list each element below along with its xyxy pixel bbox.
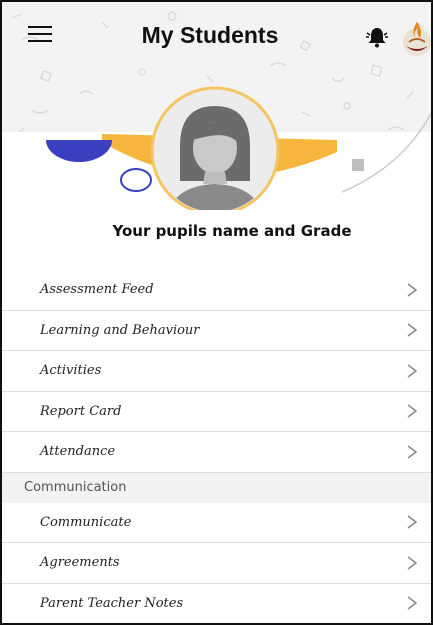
hamburger-menu-icon[interactable] [28,26,58,48]
grey-square-shape [352,159,364,171]
chevron-right-icon [407,283,418,297]
female-avatar-icon[interactable] [150,86,280,216]
menu-item-label: Activities [40,363,102,379]
top-app-bar: My Students [2,2,433,66]
chevron-right-icon [407,404,418,418]
menu-item-assessment-feed[interactable]: Assessment Feed [2,270,431,311]
pupil-name-grade-label: Your pupils name and Grade [112,222,352,240]
chevron-right-icon [407,445,418,459]
section-header-communication: Communication [2,472,431,503]
menu-item-attendance[interactable]: Attendance [2,432,431,473]
pupil-name-card: Your pupils name and Grade [96,210,368,252]
profile-header: My Students Your pupils name and Grade [2,2,433,270]
app-screen: My Students Your pupils name and Grade A… [0,0,433,625]
menu-item-communicate[interactable]: Communicate [2,502,431,543]
menu-item-label: Report Card [40,403,122,419]
menu-item-parent-teacher-notes[interactable]: Parent Teacher Notes [2,583,431,623]
chevron-right-icon [407,596,418,610]
page-title: My Students [141,22,279,48]
menu-item-label: Attendance [40,444,116,460]
chevron-right-icon [407,515,418,529]
bell-icon[interactable] [364,24,390,50]
chevron-right-icon [407,364,418,378]
student-menu-list: Assessment Feed Learning and Behaviour A… [2,270,431,623]
menu-item-label: Agreements [40,555,120,571]
menu-item-agreements[interactable]: Agreements [2,543,431,584]
menu-item-report-card[interactable]: Report Card [2,391,431,432]
menu-item-activities[interactable]: Activities [2,351,431,392]
menu-item-label: Parent Teacher Notes [40,595,184,611]
menu-item-label: Communicate [40,514,132,530]
school-crest-icon[interactable] [400,18,433,56]
chevron-right-icon [407,323,418,337]
chevron-right-icon [407,556,418,570]
menu-item-label: Learning and Behaviour [40,322,200,338]
menu-item-label: Assessment Feed [40,282,154,298]
menu-item-learning-and-behaviour[interactable]: Learning and Behaviour [2,310,431,351]
